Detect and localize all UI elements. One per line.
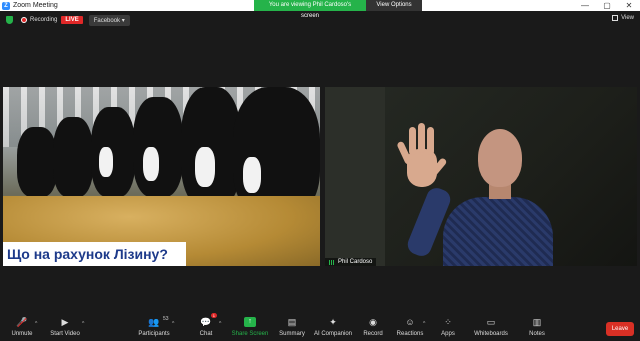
ai-companion-label: AI Companion <box>313 331 353 337</box>
viewing-screen-label: You are viewing Phil Cardoso's screen <box>254 0 366 19</box>
meeting-topbar: Recording LIVE Facebook ▾ View <box>0 11 640 29</box>
participants-options-chevron-icon[interactable]: ^ <box>172 321 174 327</box>
recording-dot-icon <box>21 17 27 23</box>
livestream-target-label: Facebook <box>93 17 121 24</box>
reactions-emoji-icon: ☺ <box>405 317 415 327</box>
zoom-logo-icon: Z <box>2 1 10 10</box>
window-title: Zoom Meeting <box>13 2 58 9</box>
summary-button[interactable]: ▤ Summary <box>272 316 312 338</box>
speaker-head <box>478 129 522 187</box>
speaker-video-tile[interactable]: Phil Cardoso <box>325 87 637 266</box>
summary-label: Summary <box>279 331 305 337</box>
apps-grid-icon: ⁘ <box>444 316 452 327</box>
whiteboard-icon: ▭ <box>486 316 496 327</box>
notes-icon: ▥ <box>532 316 542 327</box>
start-video-button[interactable]: ▶ Start Video <box>45 316 85 338</box>
whiteboards-button[interactable]: ▭ Whiteboards <box>471 316 511 338</box>
apps-button[interactable]: ⁘ Apps <box>428 316 468 338</box>
record-button[interactable]: ◉ Record <box>353 316 393 338</box>
security-shield-icon[interactable] <box>6 16 13 24</box>
cow-image <box>53 117 93 197</box>
live-badge: LIVE <box>61 16 83 24</box>
screen-share-banner: You are viewing Phil Cardoso's screen Vi… <box>254 0 422 19</box>
window-controls: — ▢ ✕ <box>574 0 640 11</box>
grid-view-icon <box>612 15 619 21</box>
reactions-button[interactable]: ☺ Reactions <box>390 317 430 337</box>
slide-caption: Що на рахунок Лізину? <box>3 242 186 266</box>
start-video-label: Start Video <box>50 331 80 337</box>
speaker-finger <box>409 127 416 155</box>
connection-signal-icon <box>329 259 335 265</box>
microphone-muted-icon: 🎤 <box>16 317 28 328</box>
cow-image <box>133 97 183 197</box>
share-screen-label: Share Screen <box>231 331 269 337</box>
speaker-torso <box>443 197 553 266</box>
participant-name-tag: Phil Cardoso <box>325 258 377 266</box>
view-options-button[interactable]: View Options <box>366 0 422 11</box>
chat-unread-badge: 1 <box>210 313 217 318</box>
participants-count: 53 <box>163 316 169 322</box>
background-wall <box>325 87 385 266</box>
unmute-button[interactable]: 🎤 Unmute <box>2 317 42 338</box>
audio-options-chevron-icon[interactable]: ^ <box>35 321 37 327</box>
whiteboards-label: Whiteboards <box>474 331 508 337</box>
apps-label: Apps <box>441 331 455 337</box>
record-icon: ◉ <box>369 316 377 327</box>
participants-button[interactable]: 👥 53 Participants <box>134 316 174 337</box>
shared-screen: Що на рахунок Лізину? <box>3 87 320 266</box>
unmute-label: Unmute <box>11 331 33 337</box>
participant-name: Phil Cardoso <box>338 259 373 265</box>
summary-document-icon: ▤ <box>287 316 297 327</box>
leave-button[interactable]: Leave <box>606 322 634 336</box>
video-options-chevron-icon[interactable]: ^ <box>82 321 84 327</box>
notes-button[interactable]: ▥ Notes <box>517 316 557 338</box>
livestream-target-dropdown[interactable]: Facebook ▾ <box>88 14 130 26</box>
record-label: Record <box>363 331 383 337</box>
cow-image <box>181 87 241 207</box>
speaker-finger <box>427 127 434 155</box>
notes-label: Notes <box>529 331 545 337</box>
participants-icon: 👥 53 <box>148 316 169 327</box>
cow-image <box>17 127 57 197</box>
chat-button[interactable]: 💬 1 Chat <box>186 313 226 337</box>
minimize-button[interactable]: — <box>574 0 596 11</box>
close-button[interactable]: ✕ <box>618 0 640 11</box>
view-label: View <box>621 15 634 21</box>
reactions-label: Reactions <box>396 331 424 337</box>
chat-options-chevron-icon[interactable]: ^ <box>219 321 221 327</box>
recording-label[interactable]: Recording <box>30 17 57 23</box>
view-button[interactable]: View <box>612 15 634 21</box>
share-screen-button[interactable]: ↑ Share Screen <box>230 317 270 337</box>
window-titlebar: Z Zoom Meeting You are viewing Phil Card… <box>0 0 640 19</box>
chat-bubble-icon: 💬 1 <box>200 313 217 327</box>
speaker-finger <box>418 123 425 153</box>
cow-image <box>91 107 135 197</box>
ai-companion-button[interactable]: ✦ AI Companion <box>313 316 353 338</box>
chat-label: Chat <box>199 331 213 337</box>
share-screen-icon: ↑ <box>244 317 256 327</box>
reactions-options-chevron-icon[interactable]: ^ <box>423 321 425 327</box>
meeting-toolbar: 🎤 Unmute ^ ▶ Start Video ^ 👥53 Participa… <box>0 313 640 341</box>
ai-sparkle-icon: ✦ <box>329 316 337 327</box>
maximize-button[interactable]: ▢ <box>596 0 618 11</box>
participants-label: Participants <box>138 331 170 337</box>
video-camera-off-icon: ▶ <box>61 316 69 327</box>
